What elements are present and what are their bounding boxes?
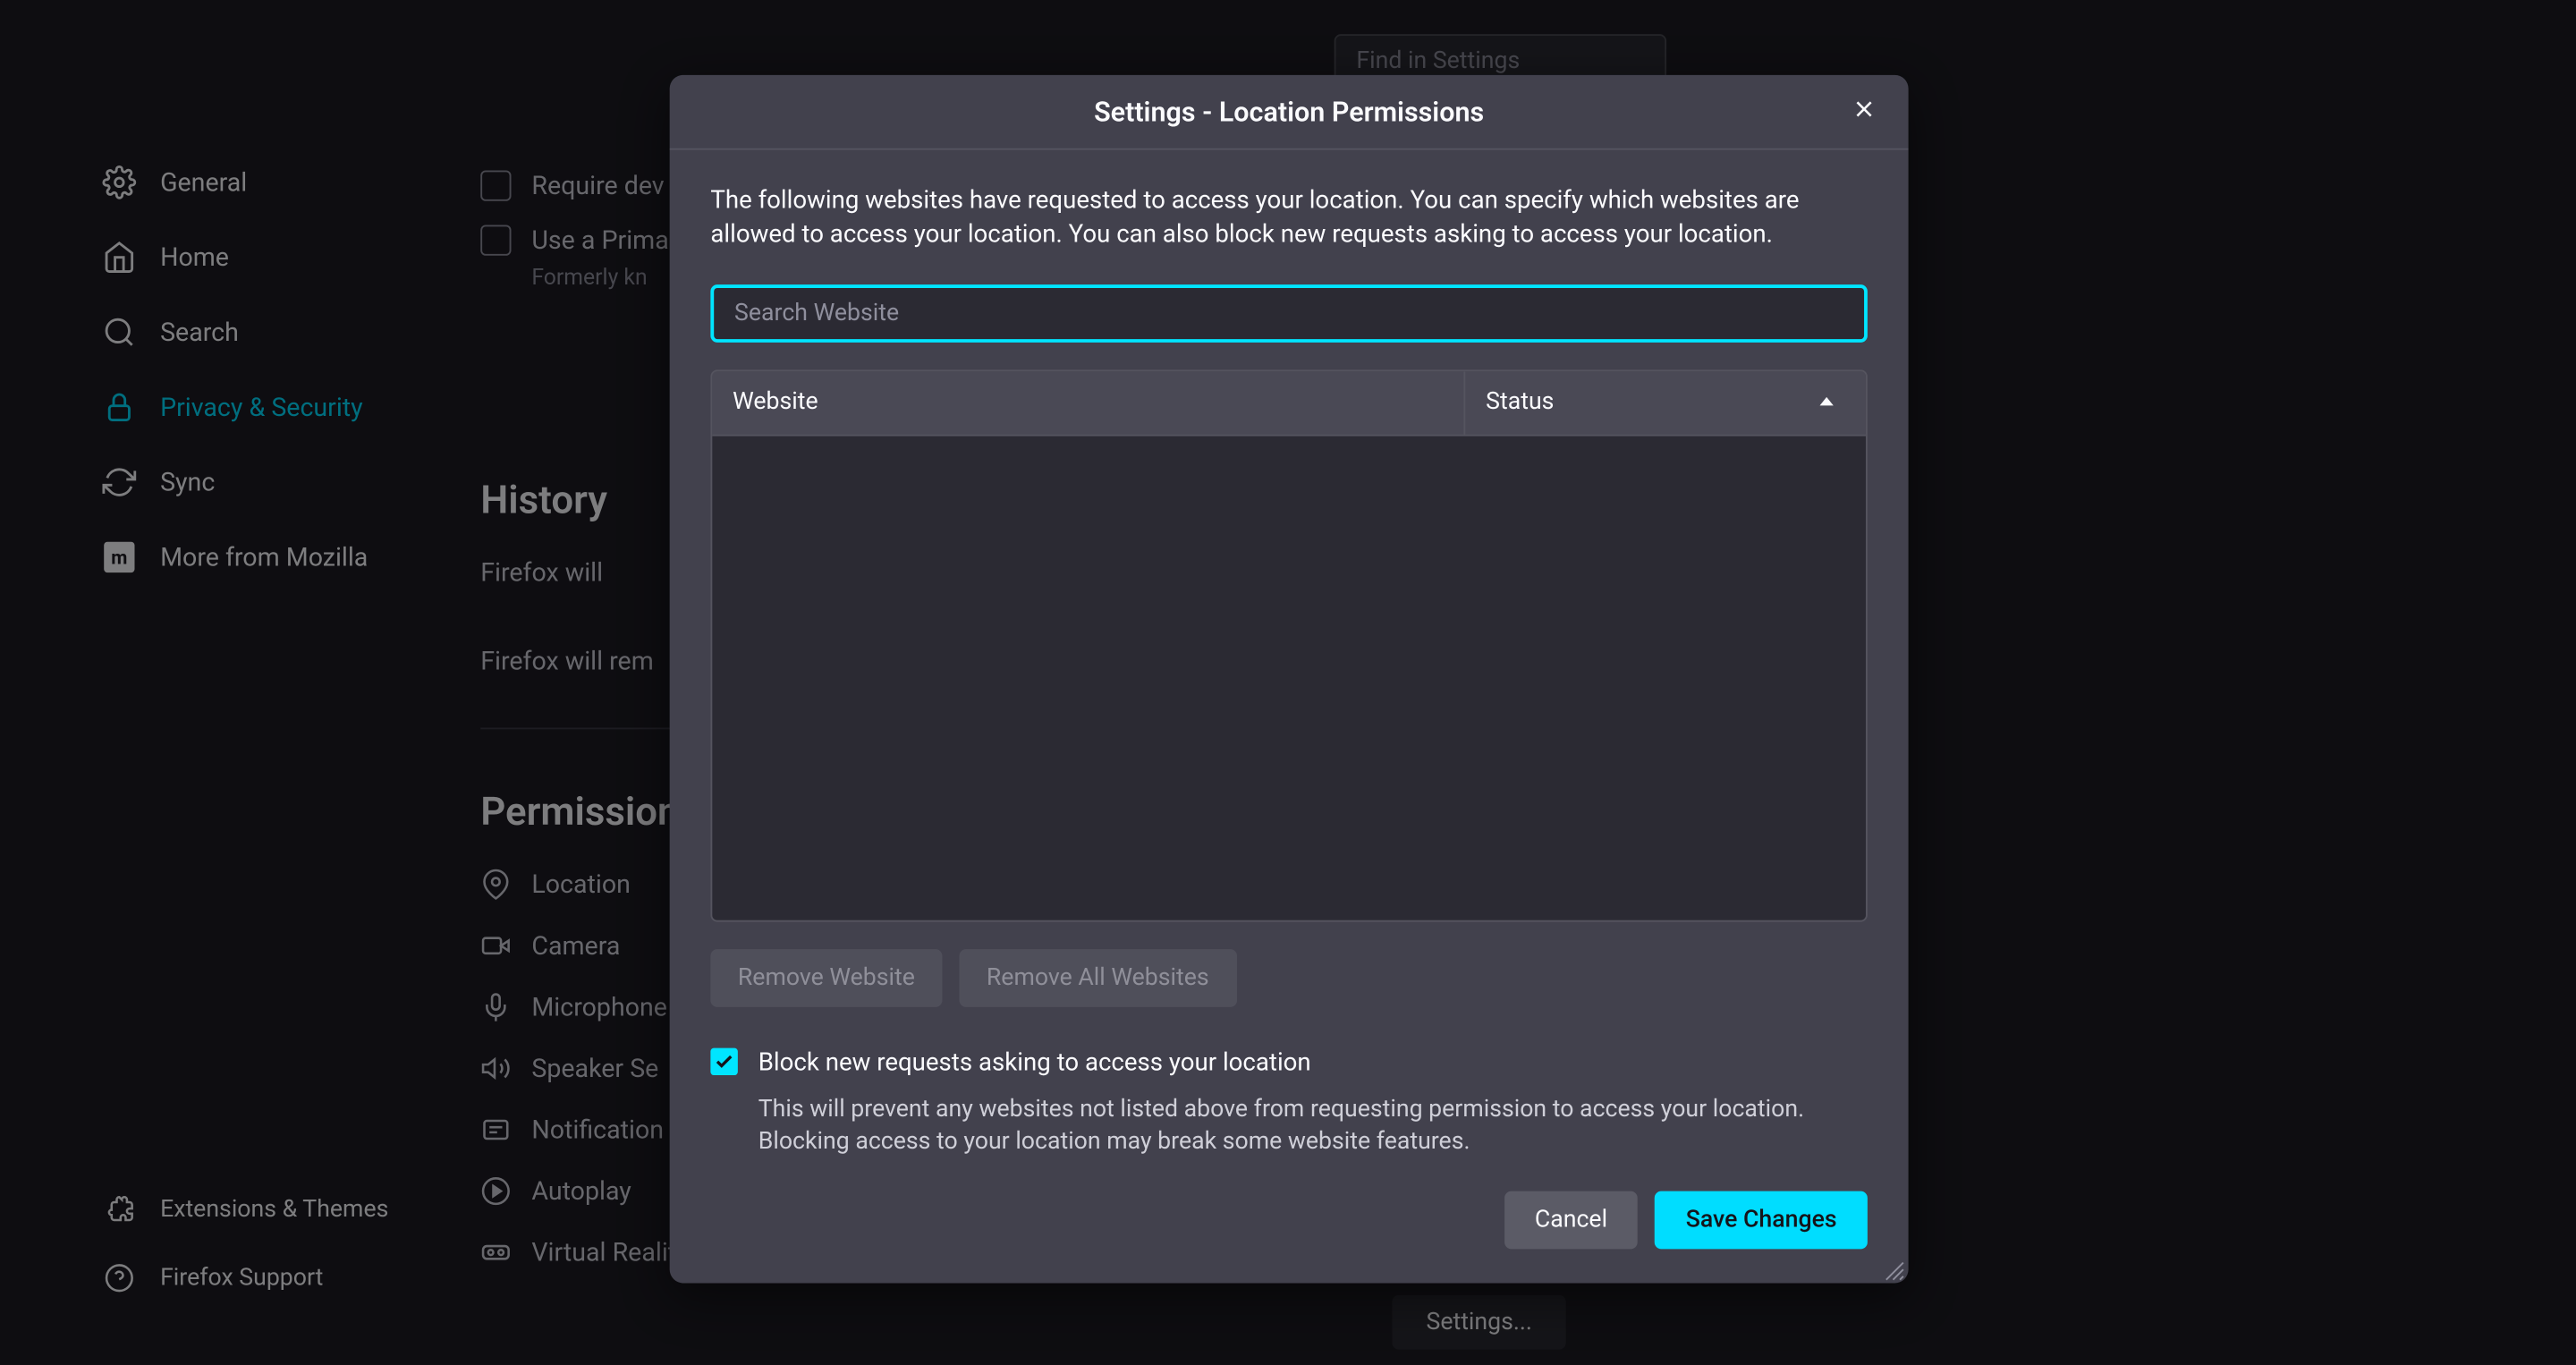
website-table: Website Status xyxy=(710,369,1867,921)
save-changes-button[interactable]: Save Changes xyxy=(1655,1191,1867,1249)
column-website[interactable]: Website xyxy=(712,371,1465,434)
cancel-button[interactable]: Cancel xyxy=(1504,1191,1639,1249)
resize-handle[interactable] xyxy=(1881,1256,1905,1280)
save-label: Save Changes xyxy=(1686,1206,1837,1233)
column-status-label: Status xyxy=(1486,389,1554,416)
block-requests-checkbox[interactable] xyxy=(710,1048,737,1075)
dialog-description: The following websites have requested to… xyxy=(710,184,1867,253)
dialog-header: Settings - Location Permissions xyxy=(670,75,1909,150)
block-requests-section: Block new requests asking to access your… xyxy=(710,1047,1867,1160)
location-permissions-dialog: Settings - Location Permissions The foll… xyxy=(670,75,1909,1283)
block-requests-description: This will prevent any websites not liste… xyxy=(758,1093,1868,1160)
table-header: Website Status xyxy=(712,371,1866,436)
dialog-footer: Cancel Save Changes xyxy=(710,1191,1867,1249)
sort-ascending-icon xyxy=(1815,390,1839,414)
table-actions: Remove Website Remove All Websites xyxy=(710,948,1867,1006)
dialog-title: Settings - Location Permissions xyxy=(1094,96,1484,128)
search-website-input[interactable] xyxy=(710,284,1867,342)
close-icon xyxy=(1851,95,1877,129)
column-website-label: Website xyxy=(733,389,818,416)
remove-website-label: Remove Website xyxy=(738,963,915,990)
remove-all-label: Remove All Websites xyxy=(987,963,1209,990)
cancel-label: Cancel xyxy=(1535,1206,1607,1233)
remove-all-websites-button[interactable]: Remove All Websites xyxy=(959,948,1236,1006)
dialog-body: The following websites have requested to… xyxy=(670,150,1909,1283)
remove-website-button[interactable]: Remove Website xyxy=(710,948,942,1006)
block-checkbox-row: Block new requests asking to access your… xyxy=(710,1047,1867,1076)
table-body xyxy=(712,436,1866,920)
close-button[interactable] xyxy=(1840,88,1887,135)
block-requests-label: Block new requests asking to access your… xyxy=(758,1047,1311,1076)
column-status[interactable]: Status xyxy=(1465,371,1866,434)
